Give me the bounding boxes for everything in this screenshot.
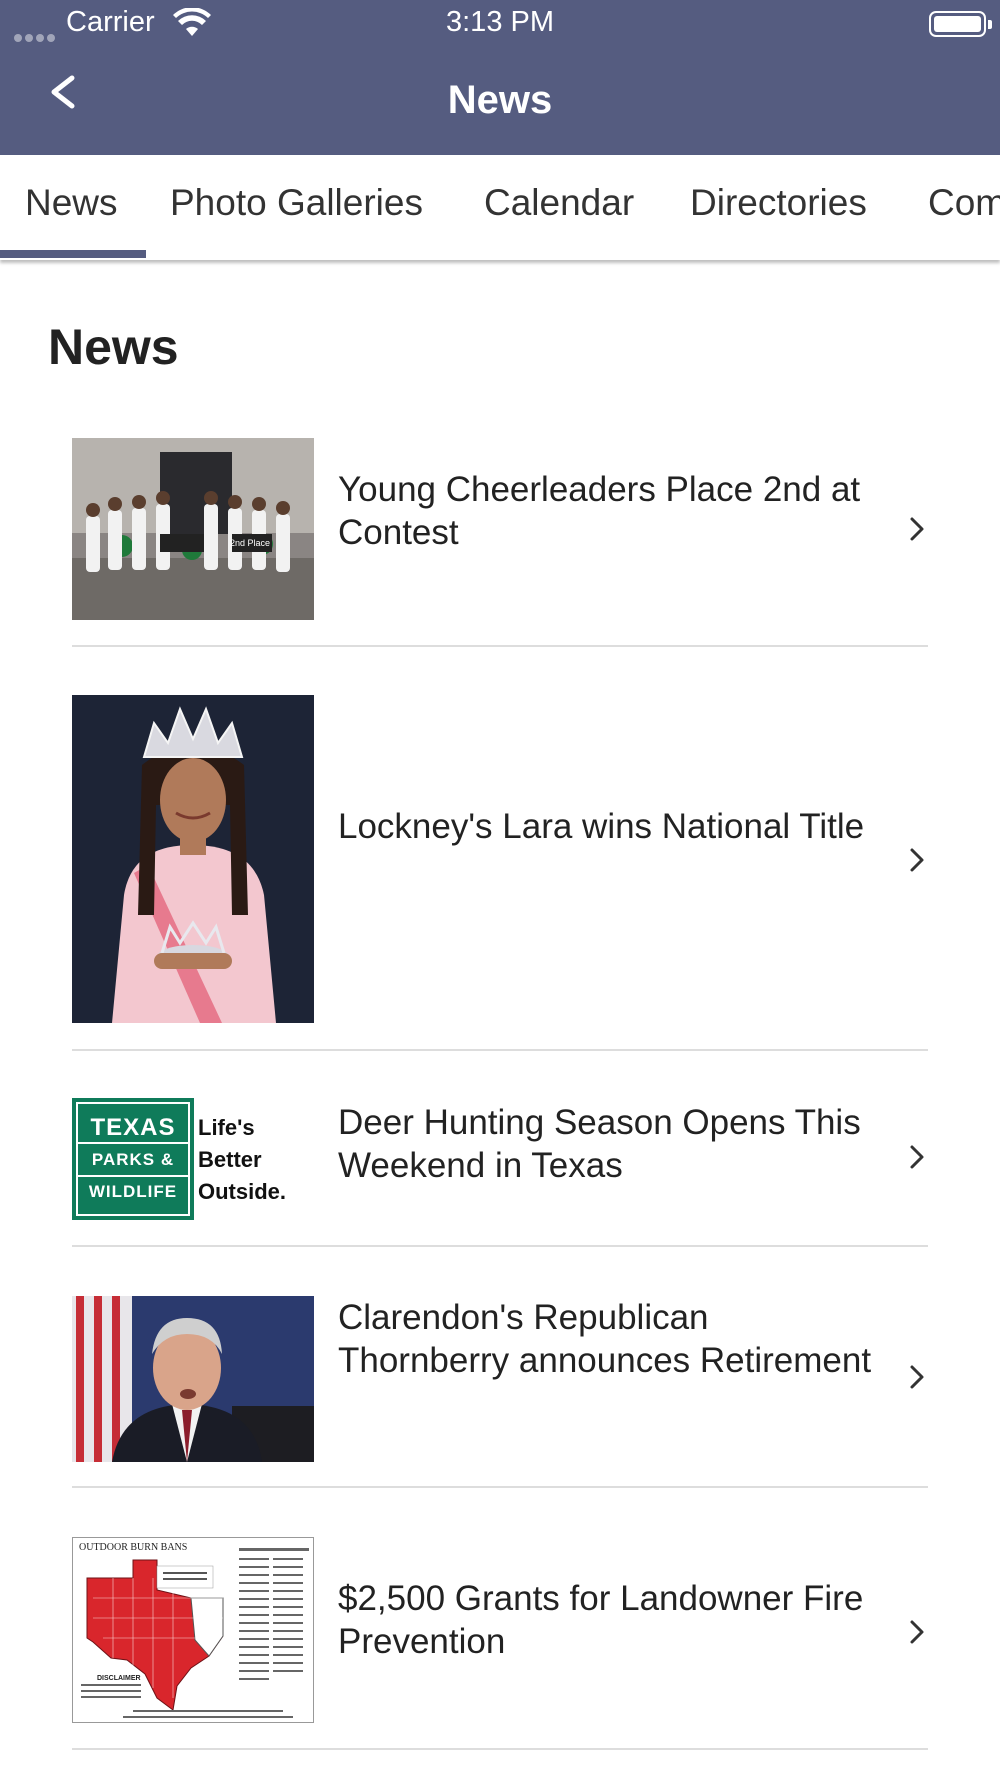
map-title: OUTDOOR BURN BANS xyxy=(79,1542,187,1553)
news-headline: Young Cheerleaders Place 2nd at Contest xyxy=(338,470,861,552)
logo-text: Life's xyxy=(198,1115,255,1140)
news-headline: Clarendon's Republican Thornberry announ… xyxy=(338,1298,872,1380)
top-bar: Carrier 3:13 PM News xyxy=(0,0,1000,155)
congressman-photo xyxy=(72,1296,314,1462)
burn-ban-map: OUTDOOR BURN BANS DISCLAIMER xyxy=(72,1537,314,1723)
chevron-right-icon xyxy=(910,1145,924,1169)
status-time: 3:13 PM xyxy=(446,6,554,38)
row-divider xyxy=(72,1748,928,1750)
news-item[interactable]: Clarendon's Republican Thornberry announ… xyxy=(72,1296,928,1488)
tab-news[interactable]: News xyxy=(25,155,118,260)
logo-text: Outside. xyxy=(198,1179,287,1204)
news-headline: Lockney's Lara wins National Title xyxy=(338,807,865,846)
news-item[interactable]: 2nd Place Young Cheerleaders Place 2nd a… xyxy=(72,438,928,647)
chevron-right-icon xyxy=(910,1620,924,1644)
tab-calendar[interactable]: Calendar xyxy=(484,155,634,260)
active-tab-indicator xyxy=(0,250,146,258)
tab-photo-galleries[interactable]: Photo Galleries xyxy=(170,155,423,260)
battery-icon xyxy=(929,11,992,37)
tab-community[interactable]: Com xyxy=(928,155,1000,260)
map-disclaimer: DISCLAIMER xyxy=(97,1675,141,1682)
row-divider xyxy=(72,1245,928,1247)
row-divider xyxy=(72,1486,928,1488)
news-item[interactable]: TEXAS PARKS & WILDLIFE Life's Better Out… xyxy=(72,1098,928,1247)
tab-directories[interactable]: Directories xyxy=(690,155,867,260)
news-item[interactable]: OUTDOOR BURN BANS DISCLAIMER $2,500 Gran… xyxy=(72,1537,928,1750)
chevron-right-icon xyxy=(910,1365,924,1389)
cheer-sign-text: 2nd Place xyxy=(230,538,270,548)
news-item[interactable]: Lockney's Lara wins National Title xyxy=(72,695,928,1051)
logo-text: PARKS & xyxy=(91,1150,175,1169)
nav-title: News xyxy=(447,78,553,122)
chevron-right-icon xyxy=(910,848,924,872)
row-divider xyxy=(72,1049,928,1051)
texas-parks-wildlife-logo: TEXAS PARKS & WILDLIFE Life's Better Out… xyxy=(72,1098,314,1220)
logo-text: WILDLIFE xyxy=(88,1182,178,1201)
news-headline: $2,500 Grants for Landowner Fire Prevent… xyxy=(338,1579,864,1661)
chevron-right-icon xyxy=(910,517,924,541)
news-headline: Deer Hunting Season Opens This Weekend i… xyxy=(338,1103,861,1185)
category-tabs: News Photo Galleries Calendar Directorie… xyxy=(0,155,1000,260)
logo-text: TEXAS xyxy=(90,1114,176,1141)
pageant-photo xyxy=(72,695,314,1023)
page-title: News xyxy=(48,319,179,375)
row-divider xyxy=(72,645,928,647)
cheerleaders-photo: 2nd Place xyxy=(72,438,314,620)
status-bar: Carrier 3:13 PM xyxy=(0,0,1000,48)
logo-text: Better xyxy=(198,1147,262,1172)
